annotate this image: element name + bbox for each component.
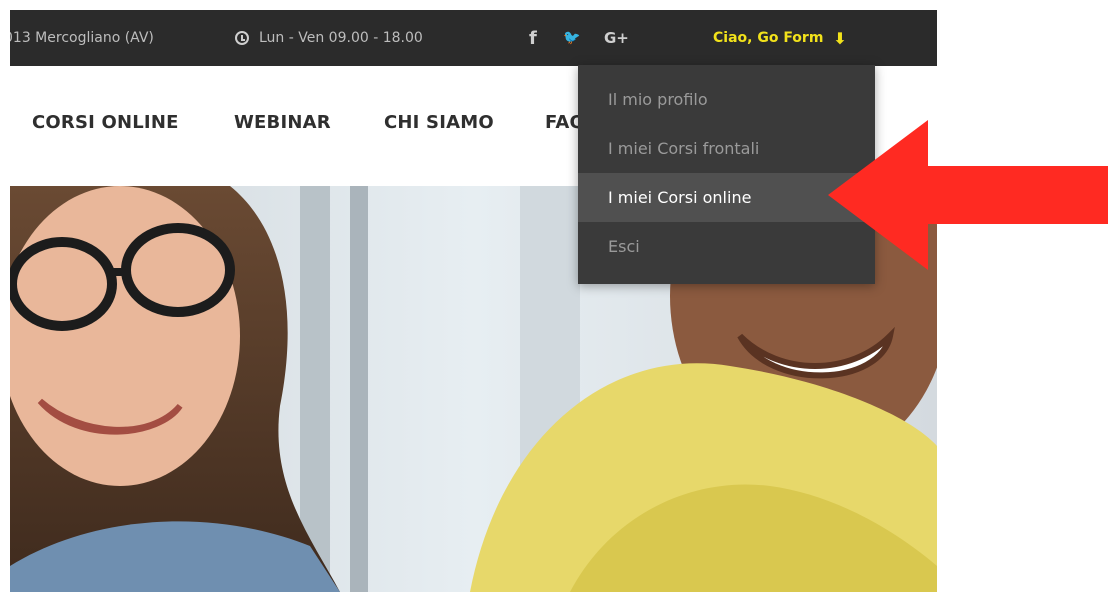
- menu-item-profile[interactable]: Il mio profilo: [578, 75, 875, 124]
- top-bar: 013 Mercogliano (AV) Lun - Ven 09.00 - 1…: [10, 10, 937, 66]
- nav-webinar[interactable]: WEBINAR: [234, 112, 331, 133]
- facebook-icon[interactable]: f: [529, 10, 537, 66]
- browser-viewport: 013 Mercogliano (AV) Lun - Ven 09.00 - 1…: [10, 10, 937, 592]
- user-greeting: Ciao, Go Form: [713, 30, 824, 46]
- nav-chi-siamo[interactable]: CHI SIAMO: [384, 112, 494, 133]
- twitter-icon[interactable]: 🐦: [563, 10, 580, 66]
- nav-corsi-online[interactable]: CORSI ONLINE: [32, 112, 179, 133]
- address-text: 013 Mercogliano (AV): [10, 30, 154, 46]
- opening-hours: Lun - Ven 09.00 - 18.00: [235, 10, 423, 66]
- clock-icon: [235, 31, 249, 45]
- arrow-down-icon: ⬇: [833, 28, 847, 48]
- user-menu-toggle[interactable]: Ciao, Go Form ⬇: [713, 10, 847, 66]
- opening-hours-text: Lun - Ven 09.00 - 18.00: [259, 30, 423, 46]
- google-plus-icon[interactable]: G+: [604, 10, 629, 66]
- left-arrow-icon: [828, 120, 1108, 270]
